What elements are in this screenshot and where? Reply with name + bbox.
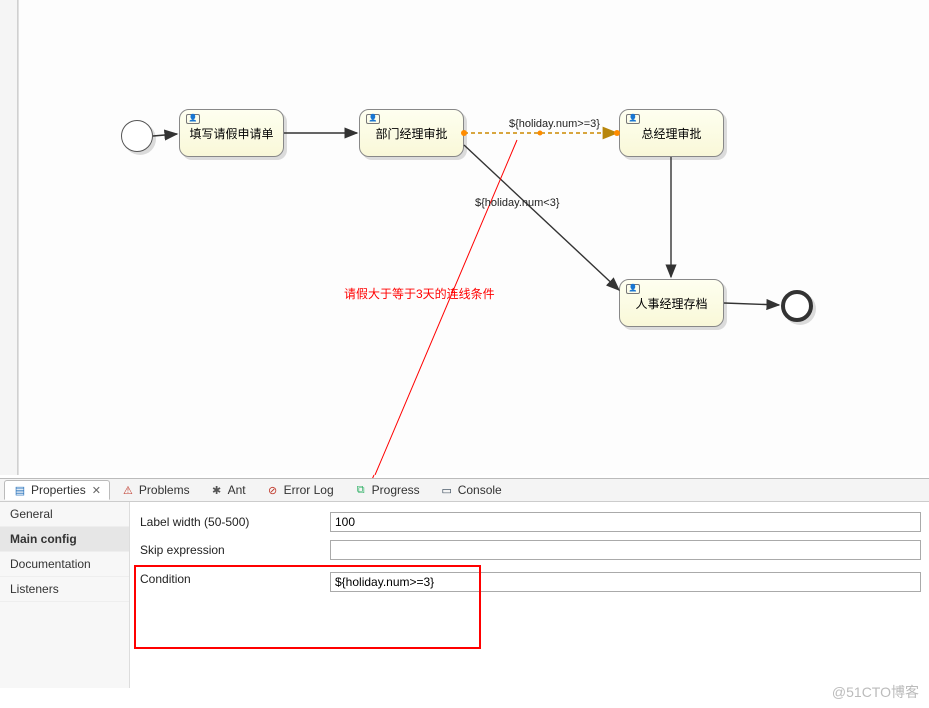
edges-layer xyxy=(19,0,929,475)
bpmn-canvas[interactable]: 👤 填写请假申请单 👤 部门经理审批 👤 总经理审批 👤 人事经理存档 xyxy=(18,0,929,475)
tab-label: Problems xyxy=(139,483,190,497)
task-general-manager-approve[interactable]: 👤 总经理审批 xyxy=(619,109,724,157)
tab-console[interactable]: ▭ Console xyxy=(431,480,511,500)
skip-expression-label: Skip expression xyxy=(140,543,330,557)
tab-problems[interactable]: ⚠ Problems xyxy=(112,480,199,500)
tab-error-log[interactable]: ⊘ Error Log xyxy=(257,480,343,500)
annotation-text: 请假大于等于3天的连线条件 xyxy=(344,285,495,302)
label-width-label: Label width (50-500) xyxy=(140,515,330,529)
user-task-icon: 👤 xyxy=(626,284,640,294)
properties-icon: ▤ xyxy=(13,483,27,497)
task-fill-leave-request[interactable]: 👤 填写请假申请单 xyxy=(179,109,284,157)
user-task-icon: 👤 xyxy=(626,114,640,124)
tab-progress[interactable]: ⧉ Progress xyxy=(345,480,429,500)
progress-icon: ⧉ xyxy=(354,483,368,497)
flow-condition-ge3-label[interactable]: ${holiday.num>=3} xyxy=(509,118,600,130)
highlight-box xyxy=(134,565,481,649)
tab-properties[interactable]: ▤ Properties ✕ xyxy=(4,480,110,500)
task-label: 总经理审批 xyxy=(641,125,701,142)
task-dept-manager-approve[interactable]: 👤 部门经理审批 xyxy=(359,109,464,157)
properties-nav: General Main config Documentation Listen… xyxy=(0,502,130,688)
tab-ant[interactable]: ✱ Ant xyxy=(201,480,255,500)
label-width-input[interactable] xyxy=(330,512,921,532)
user-task-icon: 👤 xyxy=(186,114,200,124)
row-label-width: Label width (50-500) xyxy=(140,508,929,536)
left-gutter xyxy=(0,0,18,475)
tab-label: Properties xyxy=(31,483,86,497)
task-label: 部门经理审批 xyxy=(375,125,447,142)
nav-main-config[interactable]: Main config xyxy=(0,527,129,552)
close-icon[interactable]: ✕ xyxy=(92,484,101,497)
task-label: 填写请假申请单 xyxy=(189,125,273,142)
row-skip-expression: Skip expression xyxy=(140,536,929,564)
tab-label: Console xyxy=(458,483,502,497)
nav-documentation[interactable]: Documentation xyxy=(0,552,129,577)
error-log-icon: ⊘ xyxy=(266,483,280,497)
task-label: 人事经理存档 xyxy=(635,295,707,312)
nav-listeners[interactable]: Listeners xyxy=(0,577,129,602)
nav-general[interactable]: General xyxy=(0,502,129,527)
tab-label: Ant xyxy=(228,483,246,497)
tab-label: Progress xyxy=(372,483,420,497)
tab-label: Error Log xyxy=(284,483,334,497)
user-task-icon: 👤 xyxy=(366,114,380,124)
end-event[interactable] xyxy=(781,290,813,322)
start-event[interactable] xyxy=(121,120,153,152)
console-icon: ▭ xyxy=(440,483,454,497)
views-tab-bar: ▤ Properties ✕ ⚠ Problems ✱ Ant ⊘ Error … xyxy=(0,478,929,502)
watermark: @51CTO博客 xyxy=(832,682,919,702)
task-hr-manager-archive[interactable]: 👤 人事经理存档 xyxy=(619,279,724,327)
ant-icon: ✱ xyxy=(210,483,224,497)
problems-icon: ⚠ xyxy=(121,483,135,497)
flow-condition-lt3-label[interactable]: ${holiday.num<3} xyxy=(475,197,560,209)
skip-expression-input[interactable] xyxy=(330,540,921,560)
